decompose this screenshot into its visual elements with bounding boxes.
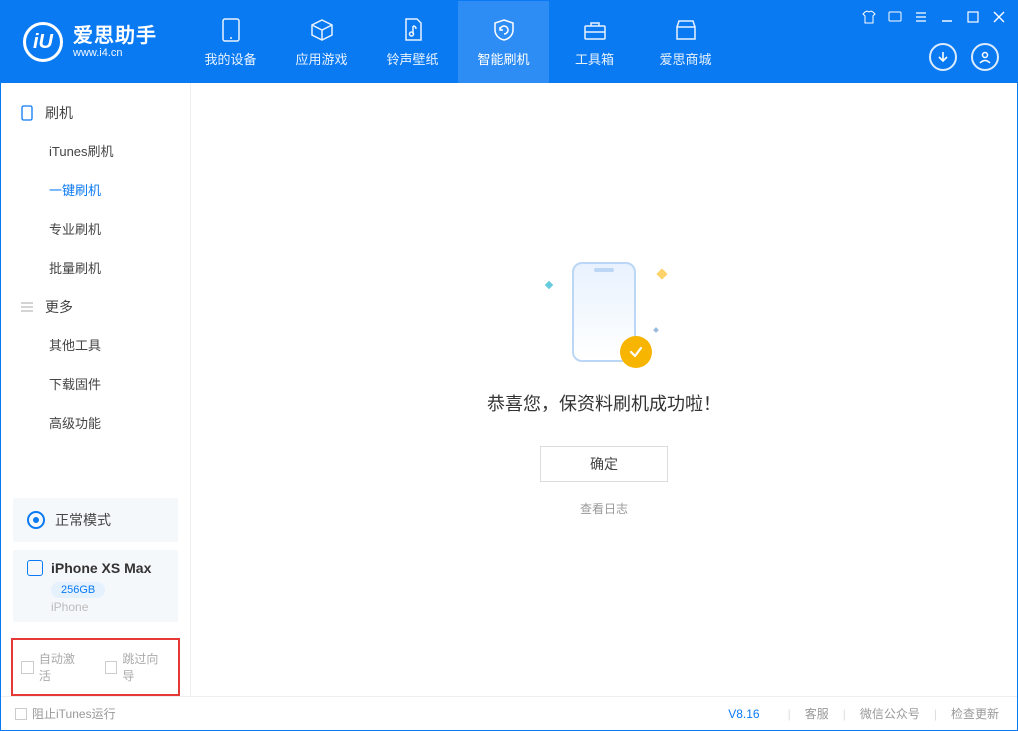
device-name: iPhone XS Max (51, 560, 151, 576)
top-nav: 我的设备 应用游戏 铃声壁纸 智能刷机 工具箱 爱思商城 (185, 1, 731, 83)
mode-card[interactable]: 正常模式 (13, 498, 178, 542)
tshirt-icon[interactable] (861, 9, 877, 25)
sidebar-group-more[interactable]: 更多 (1, 287, 190, 325)
store-icon (673, 17, 699, 43)
refresh-shield-icon (491, 17, 517, 43)
titlebar-controls (861, 9, 1007, 25)
sidebar-item-batch-flash[interactable]: 批量刷机 (1, 248, 190, 287)
storage-badge: 256GB (51, 582, 105, 598)
sidebar-scroll: 刷机 iTunes刷机 一键刷机 专业刷机 批量刷机 更多 其他工具 下载固件 … (1, 83, 190, 490)
nav-apps-games[interactable]: 应用游戏 (276, 1, 367, 83)
cube-icon (309, 17, 335, 43)
normal-mode-icon (27, 511, 45, 529)
block-itunes-label: 阻止iTunes运行 (32, 705, 116, 722)
main-content: 恭喜您，保资料刷机成功啦！ 确定 查看日志 (191, 83, 1017, 696)
block-itunes-checkbox[interactable]: 阻止iTunes运行 (15, 705, 116, 722)
nav-label: 我的设备 (204, 49, 256, 68)
phone-icon (19, 105, 35, 121)
nav-ringtone-wallpaper[interactable]: 铃声壁纸 (367, 1, 458, 83)
header-right (929, 43, 999, 71)
nav-label: 智能刷机 (477, 49, 529, 68)
close-icon[interactable] (991, 9, 1007, 25)
checkbox-icon (105, 661, 118, 674)
download-button[interactable] (929, 43, 957, 71)
sidebar-item-itunes-flash[interactable]: iTunes刷机 (1, 131, 190, 170)
nav-store[interactable]: 爱思商城 (640, 1, 731, 83)
separator: | (843, 707, 846, 721)
device-type: iPhone (51, 600, 164, 614)
nav-toolbox[interactable]: 工具箱 (549, 1, 640, 83)
logo-block: iU 爱思助手 www.i4.cn (1, 22, 175, 62)
checkbox-icon (21, 661, 34, 674)
device-icon (218, 17, 244, 43)
separator: | (934, 707, 937, 721)
sidebar-item-pro-flash[interactable]: 专业刷机 (1, 209, 190, 248)
logo-icon: iU (23, 22, 63, 62)
feedback-icon[interactable] (887, 9, 903, 25)
device-card[interactable]: iPhone XS Max 256GB iPhone (13, 550, 178, 622)
sparkle-icon (653, 327, 659, 333)
nav-label: 爱思商城 (659, 49, 711, 68)
logo-text: 爱思助手 www.i4.cn (73, 25, 157, 59)
app-title: 爱思助手 (73, 25, 157, 47)
minimize-icon[interactable] (939, 9, 955, 25)
mode-label: 正常模式 (55, 510, 111, 530)
sidebar-item-other-tools[interactable]: 其他工具 (1, 325, 190, 364)
check-update-link[interactable]: 检查更新 (947, 705, 1003, 722)
sidebar: 刷机 iTunes刷机 一键刷机 专业刷机 批量刷机 更多 其他工具 下载固件 … (1, 83, 191, 696)
wechat-link[interactable]: 微信公众号 (856, 705, 924, 722)
sidebar-item-oneclick-flash[interactable]: 一键刷机 (1, 170, 190, 209)
nav-label: 铃声壁纸 (386, 49, 438, 68)
sidebar-item-advanced[interactable]: 高级功能 (1, 403, 190, 442)
auto-activate-checkbox[interactable]: 自动激活 (21, 650, 87, 684)
view-log-link[interactable]: 查看日志 (580, 500, 628, 517)
group-title: 刷机 (45, 103, 73, 123)
sparkle-icon (545, 281, 553, 289)
music-file-icon (400, 17, 426, 43)
maximize-icon[interactable] (965, 9, 981, 25)
list-icon (19, 299, 35, 315)
success-illustration (564, 262, 644, 362)
support-link[interactable]: 客服 (801, 705, 833, 722)
skip-guide-label: 跳过向导 (122, 650, 170, 684)
auto-activate-label: 自动激活 (39, 650, 87, 684)
nav-smart-flash[interactable]: 智能刷机 (458, 1, 549, 83)
toolbox-icon (582, 17, 608, 43)
body: 刷机 iTunes刷机 一键刷机 专业刷机 批量刷机 更多 其他工具 下载固件 … (1, 83, 1017, 696)
skip-guide-checkbox[interactable]: 跳过向导 (105, 650, 171, 684)
check-badge-icon (620, 336, 652, 368)
nav-my-device[interactable]: 我的设备 (185, 1, 276, 83)
device-phone-icon (27, 560, 43, 576)
sidebar-item-download-firmware[interactable]: 下载固件 (1, 364, 190, 403)
sidebar-group-flash[interactable]: 刷机 (1, 93, 190, 131)
device-line: iPhone XS Max (27, 560, 164, 576)
app-site: www.i4.cn (73, 47, 157, 59)
options-highlight-box: 自动激活 跳过向导 (11, 638, 180, 696)
header: iU 爱思助手 www.i4.cn 我的设备 应用游戏 铃声壁纸 智能刷机 工具… (1, 1, 1017, 83)
footer: 阻止iTunes运行 V8.16 | 客服 | 微信公众号 | 检查更新 (1, 696, 1017, 730)
user-button[interactable] (971, 43, 999, 71)
sparkle-icon (656, 268, 667, 279)
menu-icon[interactable] (913, 9, 929, 25)
separator: | (788, 707, 791, 721)
success-message: 恭喜您，保资料刷机成功啦！ (487, 390, 721, 416)
checkbox-icon (15, 708, 27, 720)
group-title: 更多 (45, 297, 73, 317)
nav-label: 工具箱 (575, 49, 614, 68)
version-label: V8.16 (728, 707, 759, 721)
ok-button[interactable]: 确定 (540, 446, 668, 482)
nav-label: 应用游戏 (295, 49, 347, 68)
